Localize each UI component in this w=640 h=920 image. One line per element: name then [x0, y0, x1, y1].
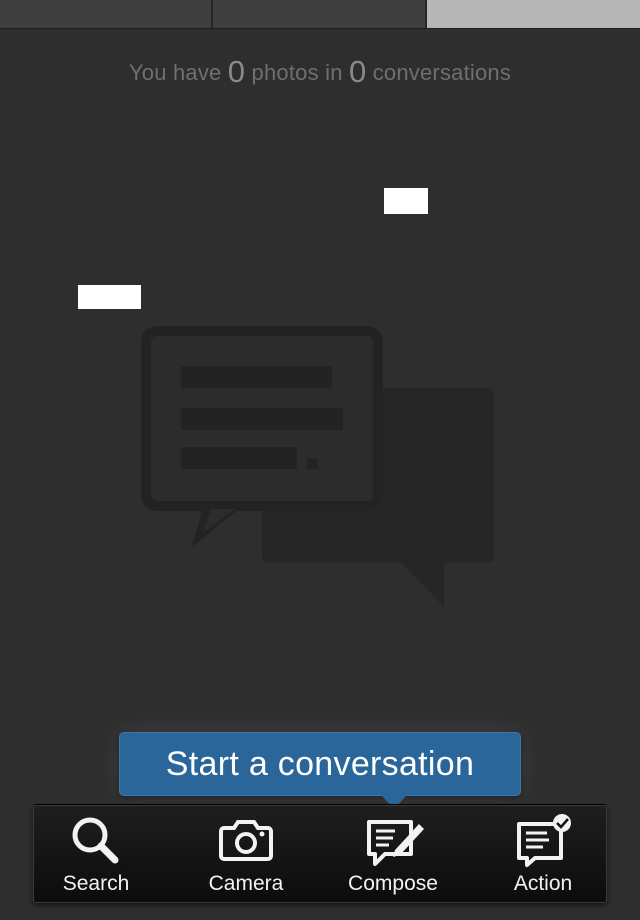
- stats-suffix: conversations: [372, 60, 512, 85]
- start-conversation-tooltip[interactable]: Start a conversation: [119, 732, 521, 796]
- tab-1[interactable]: [0, 0, 213, 28]
- tab-3[interactable]: [427, 0, 640, 28]
- white-block: [78, 285, 141, 309]
- action-bar: Search Camera Compose Action: [33, 805, 607, 903]
- search-button[interactable]: Search: [31, 806, 161, 902]
- compose-label: Compose: [348, 872, 438, 895]
- conversations-count: 0: [348, 54, 367, 89]
- camera-icon: [219, 820, 273, 861]
- stats-prefix: You have: [128, 60, 222, 85]
- search-label: Search: [62, 872, 130, 895]
- white-block: [384, 188, 428, 214]
- stats-middle: photos in: [251, 60, 343, 85]
- action-button[interactable]: Action: [478, 806, 608, 902]
- tab-2[interactable]: [213, 0, 427, 28]
- action-label: Action: [513, 872, 573, 895]
- search-icon: [72, 817, 119, 864]
- compose-button[interactable]: Compose: [328, 806, 458, 902]
- conversations-empty-icon: [140, 325, 510, 615]
- photos-count: 0: [227, 54, 246, 89]
- stats-summary: You have 0 photos in 0 conversations: [0, 54, 640, 90]
- tab-bar: [0, 0, 640, 29]
- action-icon: [517, 814, 571, 867]
- camera-label: Camera: [208, 872, 284, 895]
- camera-button[interactable]: Camera: [181, 806, 311, 902]
- compose-icon: [367, 820, 424, 866]
- screen: You have 0 photos in 0 conversations Sta…: [0, 0, 640, 920]
